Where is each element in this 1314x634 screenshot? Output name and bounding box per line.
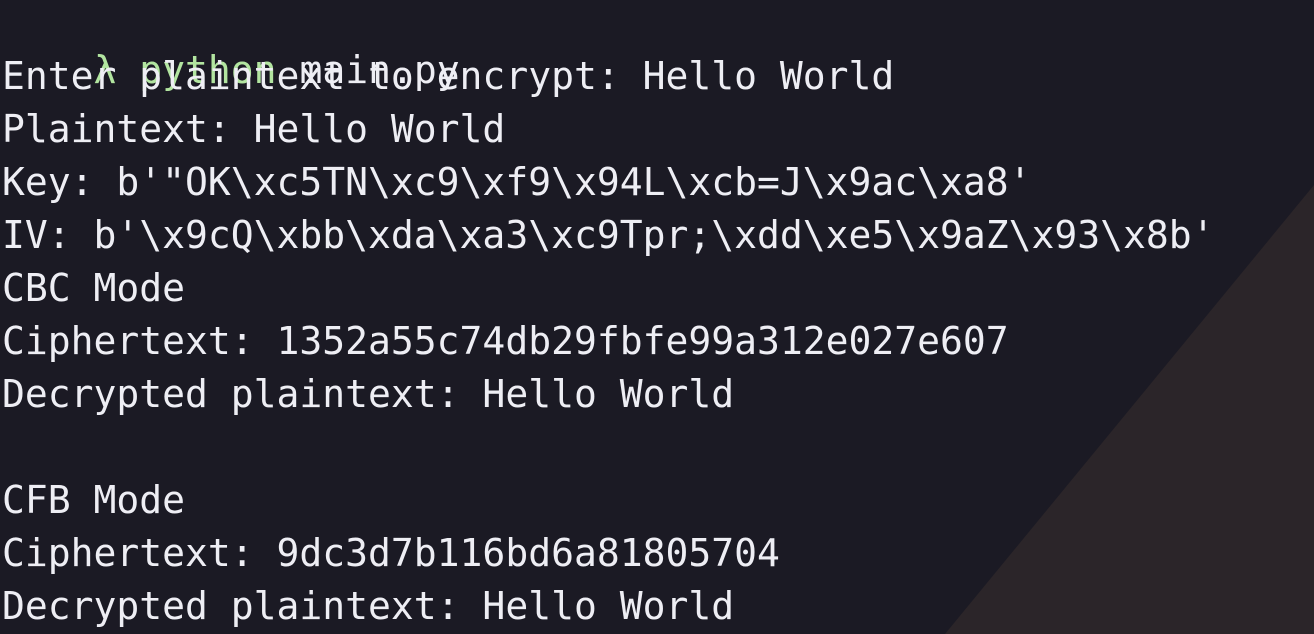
- cbc-decrypted-line: Decrypted plaintext: Hello World: [2, 372, 735, 416]
- cbc-ciphertext-line: Ciphertext: 1352a55c74db29fbfe99a312e027…: [2, 319, 1009, 363]
- plaintext-line: Plaintext: Hello World: [2, 107, 506, 151]
- cbc-mode-title: CBC Mode: [2, 266, 186, 310]
- cfb-decrypted-line: Decrypted plaintext: Hello World: [2, 584, 735, 628]
- terminal-output[interactable]: λ python main.py Enter plaintext to encr…: [0, 0, 1314, 634]
- prompt-line: λ python main.py: [2, 0, 1314, 92]
- cfb-mode-title: CFB Mode: [2, 478, 186, 522]
- input-prompt-line: Enter plaintext to encrypt: Hello World: [2, 54, 895, 98]
- key-line: Key: b'"OK\xc5TN\xc9\xf9\x94L\xcb=J\x9ac…: [2, 160, 1032, 204]
- cfb-ciphertext-line: Ciphertext: 9dc3d7b116bd6a81805704: [2, 531, 780, 575]
- iv-line: IV: b'\x9cQ\xbb\xda\xa3\xc9Tpr;\xdd\xe5\…: [2, 213, 1215, 257]
